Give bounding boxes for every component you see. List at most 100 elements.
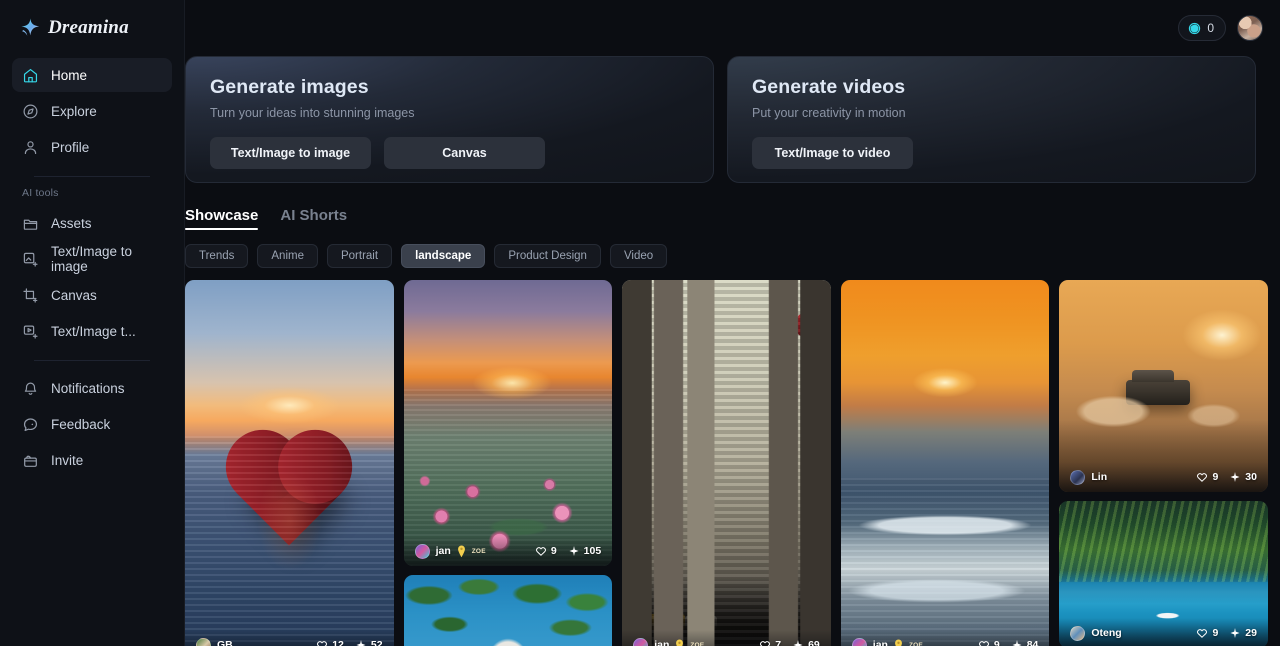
chip-video[interactable]: Video	[609, 244, 668, 268]
heart-icon	[760, 641, 771, 646]
location-pin-icon	[895, 639, 902, 646]
credits-pill[interactable]: 0	[1178, 15, 1226, 41]
hero-title: Generate images	[210, 76, 369, 98]
card-author[interactable]: Lin	[1070, 469, 1107, 485]
sparkle-icon	[356, 640, 366, 646]
sparkle-stat[interactable]: 69	[792, 639, 820, 646]
tab-ai-shorts[interactable]: AI Shorts	[280, 207, 347, 230]
sparkle-icon	[1230, 628, 1240, 638]
like-stat[interactable]: 9	[978, 639, 1000, 646]
avatar	[851, 637, 867, 646]
sparkle-stat[interactable]: 84	[1011, 639, 1038, 646]
chip-landscape[interactable]: landscape	[401, 244, 486, 268]
card-author[interactable]: jan zoe	[414, 543, 486, 559]
gallery-card[interactable]: Lin 9 30	[1059, 280, 1268, 492]
content-tabs: Showcase AI Shorts	[185, 204, 1268, 230]
sidebar-item-assets[interactable]: Assets	[12, 206, 172, 240]
brand-logo-block[interactable]: Dreamina	[0, 0, 184, 56]
sparkle-count: 69	[808, 639, 820, 646]
folder-icon	[23, 219, 38, 230]
gallery-card[interactable]	[403, 575, 613, 646]
gallery-card[interactable]: Oteng 9 29	[1059, 501, 1268, 646]
like-stat[interactable]: 9	[1196, 627, 1218, 639]
sparkle-stat[interactable]: 105	[568, 545, 601, 557]
sidebar-item-feedback[interactable]: Feedback	[12, 407, 172, 441]
home-icon	[23, 68, 38, 82]
gallery-card[interactable]: jan zoe 9 10	[403, 280, 613, 566]
tab-showcase[interactable]: Showcase	[185, 207, 259, 230]
chat-icon	[23, 417, 38, 431]
card-meta: jan zoe 9 10	[403, 536, 613, 566]
chip-trends[interactable]: Trends	[185, 244, 249, 268]
sparkle-count: 30	[1245, 471, 1257, 483]
like-stat[interactable]: 9	[535, 545, 557, 557]
gallery-column: jan zoe 7 69	[622, 280, 831, 646]
chip-product-design[interactable]: Product Design	[494, 244, 601, 268]
sidebar-primary-nav: Home Explore Profile	[0, 58, 184, 177]
sidebar-item-label: Text/Image t...	[51, 323, 136, 339]
sidebar-item-notifications[interactable]: Notifications	[12, 371, 172, 405]
location-pin-icon	[676, 639, 684, 646]
chip-anime[interactable]: Anime	[257, 244, 318, 268]
author-name: Oteng	[1091, 627, 1122, 639]
author-badge: zoe	[690, 641, 705, 646]
gallery-column: Lin 9 30 Oteng 9 29	[1059, 280, 1268, 646]
card-author[interactable]: jan zoe	[851, 637, 923, 646]
author-name: GB	[217, 639, 233, 646]
heart-icon	[978, 641, 989, 646]
sidebar-item-profile[interactable]: Profile	[12, 130, 172, 164]
like-stat[interactable]: 12	[316, 639, 344, 646]
gallery-column: jan zoe 9 10	[403, 280, 613, 646]
sidebar-item-label: Explore	[51, 103, 97, 119]
sidebar-item-label: Feedback	[51, 416, 111, 432]
hero-buttons: Text/Image to video	[752, 137, 1233, 169]
image-plus-icon	[23, 252, 38, 267]
sidebar-divider-top	[34, 176, 150, 177]
sidebar-item-home[interactable]: Home	[12, 58, 172, 92]
hero-subtitle: Put your creativity in motion	[752, 106, 906, 120]
sidebar-item-explore[interactable]: Explore	[12, 94, 172, 128]
chip-portrait[interactable]: Portrait	[326, 244, 393, 268]
sparkle-count: 29	[1245, 627, 1257, 639]
sparkle-stat[interactable]: 52	[355, 639, 383, 646]
canvas-button[interactable]: Canvas	[384, 137, 545, 169]
text-image-to-video-button[interactable]: Text/Image to video	[752, 137, 913, 169]
sidebar-item-text-image-to-image[interactable]: Text/Image to image	[12, 242, 172, 276]
card-meta: Lin 9 30	[1059, 462, 1268, 492]
sidebar-item-invite[interactable]: Invite	[12, 443, 172, 477]
gallery-card[interactable]: GB 12 52	[185, 280, 394, 646]
taxi-shape	[640, 614, 685, 630]
sparkle-stat[interactable]: 29	[1229, 627, 1257, 639]
heart-icon	[535, 547, 546, 556]
brand-name: Dreamina	[48, 17, 129, 38]
avatar[interactable]	[1237, 15, 1263, 41]
like-count: 7	[775, 639, 782, 646]
avatar	[414, 543, 430, 559]
heart-icon	[317, 641, 328, 646]
sparkle-stat[interactable]: 30	[1229, 471, 1257, 483]
like-stat[interactable]: 7	[759, 639, 781, 646]
like-stat[interactable]: 9	[1196, 471, 1218, 483]
sidebar: Dreamina Home Explore Profile AI tools A…	[0, 0, 185, 646]
card-author[interactable]: GB	[196, 637, 233, 646]
gallery-card[interactable]: jan zoe 9 84	[840, 280, 1050, 646]
filter-chips: Trends Anime Portrait landscape Product …	[185, 244, 1268, 268]
author-badge: zoe	[471, 547, 486, 555]
sidebar-item-text-image-to-video[interactable]: Text/Image t...	[12, 314, 172, 348]
sidebar-item-label: Notifications	[51, 380, 125, 396]
artwork-heart-on-water	[185, 280, 394, 646]
app-root: Dreamina Home Explore Profile AI tools A…	[0, 0, 1280, 646]
sparkle-icon	[569, 546, 579, 556]
gallery-card[interactable]: jan zoe 7 69	[622, 280, 831, 646]
text-image-to-image-button[interactable]: Text/Image to image	[210, 137, 371, 169]
main-area: 0 Generate images Turn your ideas into s…	[185, 0, 1280, 646]
traffic-light-shape	[796, 314, 808, 337]
gift-icon	[24, 455, 37, 467]
card-meta: GB 12 52	[185, 630, 394, 646]
card-author[interactable]: Oteng	[1070, 625, 1122, 641]
credits-value: 0	[1207, 21, 1214, 35]
heart-icon	[1197, 473, 1208, 482]
card-author[interactable]: jan zoe	[633, 637, 705, 646]
artwork-desert-suv	[1059, 280, 1268, 492]
sidebar-item-canvas[interactable]: Canvas	[12, 278, 172, 312]
